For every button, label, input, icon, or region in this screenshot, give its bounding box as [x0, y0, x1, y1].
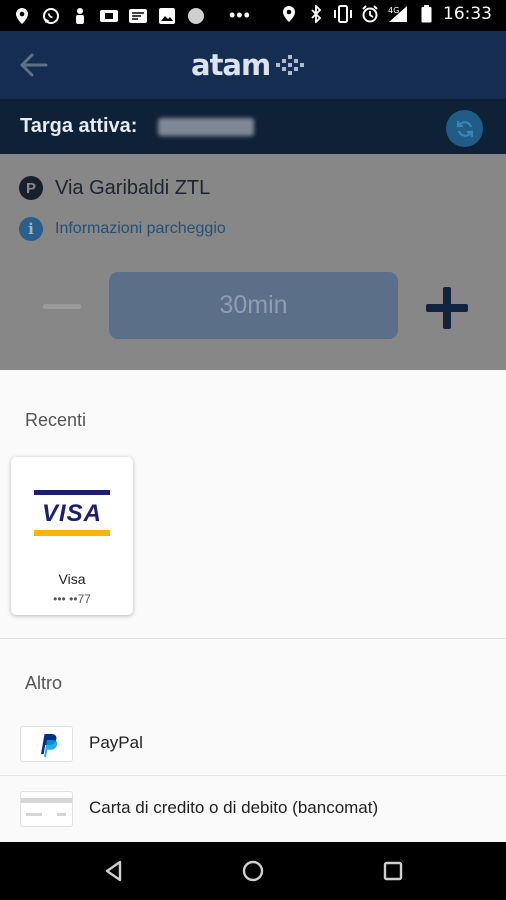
parking-info-label: Informazioni parcheggio [55, 220, 226, 237]
method-credit-card[interactable]: Carta di credito o di debito (bancomat) [0, 778, 506, 840]
circle-icon [186, 6, 206, 26]
parking-icon: P [19, 176, 43, 200]
cast-icon [128, 6, 148, 26]
ticket-icon [99, 6, 119, 26]
recent-card-visa[interactable]: VISA Visa ••• ••77 [11, 457, 133, 615]
navigation-bar [0, 842, 506, 900]
system-icons: 4G 16:33 [279, 4, 492, 24]
logo-text: atam [191, 48, 271, 82]
plate-label: Targa attiva: [20, 115, 138, 137]
decrease-duration-button[interactable] [43, 304, 81, 309]
vibrate-icon [333, 4, 353, 24]
divider [0, 775, 506, 776]
visa-logo-icon: VISA [34, 490, 110, 536]
visa-word: VISA [41, 500, 102, 527]
visa-bar-bottom [34, 530, 110, 536]
svg-text:4G: 4G [388, 6, 399, 15]
recent-title: Recenti [25, 410, 87, 430]
status-bar: ••• 4G 16:33 [0, 0, 506, 31]
credit-card-icon [20, 791, 73, 827]
card-number: ••• ••77 [53, 592, 91, 606]
duration-display[interactable]: 30min [109, 272, 398, 339]
alarm-icon [360, 4, 380, 24]
method-label: PayPal [89, 733, 143, 752]
back-button[interactable] [16, 49, 52, 81]
triangle-back-icon [105, 860, 122, 882]
street-name: Via Garibaldi ZTL [55, 176, 211, 199]
signal-icon: 4G [387, 4, 413, 24]
atam-logo: atam [191, 45, 310, 85]
other-title: Altro [25, 673, 63, 693]
notification-icons: ••• [12, 5, 265, 26]
refresh-button[interactable] [446, 110, 483, 147]
person-icon [70, 6, 90, 26]
divider [0, 638, 506, 639]
nav-home-button[interactable] [240, 858, 266, 884]
nav-back-button[interactable] [101, 858, 127, 884]
parking-details: P Via Garibaldi ZTL i Informazioni parch… [0, 154, 506, 370]
method-label: Carta di credito o di debito (bancomat) [89, 798, 379, 817]
street-row: P Via Garibaldi ZTL [19, 176, 210, 200]
circle-home-icon [242, 860, 264, 882]
whatsapp-icon [41, 6, 61, 26]
logo-chevron-icon [276, 55, 305, 75]
card-name: Visa [58, 571, 86, 587]
paypal-icon [20, 726, 73, 762]
info-icon: i [19, 217, 43, 241]
overflow-indicator: ••• [229, 5, 251, 25]
active-plate-bar: Targa attiva: [0, 99, 506, 154]
increase-duration-button[interactable] [426, 287, 468, 329]
image-icon [157, 6, 177, 26]
location-icon [279, 4, 299, 24]
app-bar: atam [0, 31, 506, 99]
parking-info-link[interactable]: i Informazioni parcheggio [19, 217, 226, 241]
clock: 16:33 [443, 4, 492, 24]
refresh-icon [456, 120, 473, 137]
battery-icon [420, 4, 432, 24]
location-icon [12, 6, 32, 26]
square-recents-icon [383, 861, 403, 881]
bluetooth-icon [306, 4, 326, 24]
payment-method-sheet: Recenti VISA Visa ••• ••77 Altro PayPal [0, 370, 506, 842]
nav-recents-button[interactable] [380, 858, 406, 884]
arrow-left-icon [20, 53, 48, 77]
visa-bar-top [34, 490, 110, 495]
plate-value-blurred [158, 118, 254, 136]
method-paypal[interactable]: PayPal [0, 713, 506, 775]
